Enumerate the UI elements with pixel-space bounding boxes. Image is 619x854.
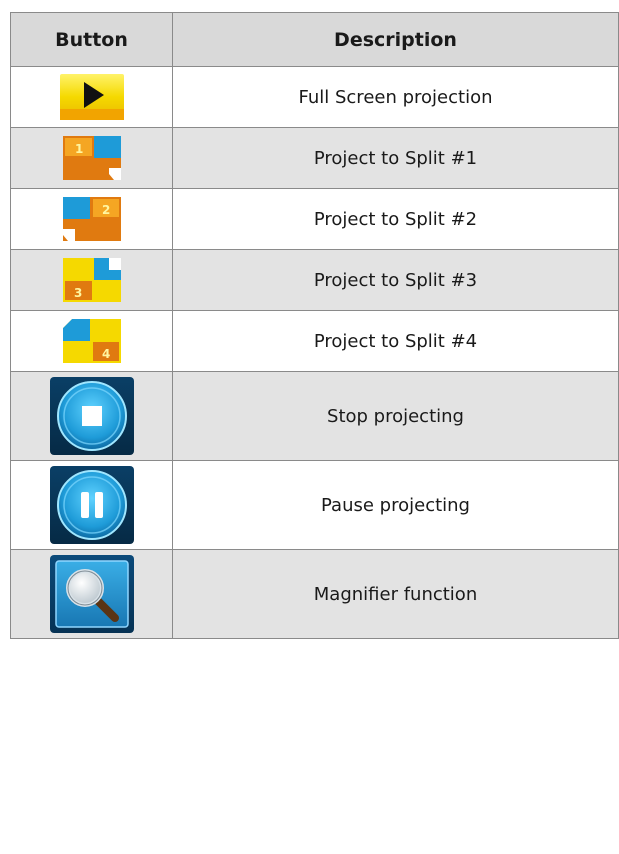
stop-icon[interactable]	[49, 376, 135, 456]
table-row: Magnifier function	[10, 549, 619, 639]
description-cell: Pause projecting	[172, 460, 619, 550]
button-cell: 1	[10, 127, 173, 189]
description-cell: Project to Split #2	[172, 188, 619, 250]
button-cell	[10, 549, 173, 639]
table-row: 1 Project to Split #1	[10, 127, 619, 189]
table-row: 3 Project to Split #3	[10, 249, 619, 311]
header-description: Description	[172, 12, 619, 67]
button-cell: 4	[10, 310, 173, 372]
header-button: Button	[10, 12, 173, 67]
full-screen-play-icon[interactable]	[59, 73, 125, 121]
split-number-label: 4	[102, 347, 110, 361]
split-1-icon[interactable]: 1	[62, 135, 122, 181]
table-row: 4 Project to Split #4	[10, 310, 619, 372]
description-cell: Magnifier function	[172, 549, 619, 639]
split-3-icon[interactable]: 3	[62, 257, 122, 303]
table-row: Pause projecting	[10, 460, 619, 550]
button-cell	[10, 371, 173, 461]
pause-icon[interactable]	[49, 465, 135, 545]
table-row: Full Screen projection	[10, 66, 619, 128]
description-cell: Project to Split #4	[172, 310, 619, 372]
split-number-label: 2	[102, 203, 110, 217]
description-cell: Stop projecting	[172, 371, 619, 461]
button-cell	[10, 460, 173, 550]
table-row: 2 Project to Split #2	[10, 188, 619, 250]
table-row: Stop projecting	[10, 371, 619, 461]
split-2-icon[interactable]: 2	[62, 196, 122, 242]
split-4-icon[interactable]: 4	[62, 318, 122, 364]
button-cell: 2	[10, 188, 173, 250]
description-cell: Project to Split #3	[172, 249, 619, 311]
button-cell	[10, 66, 173, 128]
split-number-label: 1	[75, 142, 83, 156]
split-number-label: 3	[74, 286, 82, 300]
button-cell: 3	[10, 249, 173, 311]
description-cell: Full Screen projection	[172, 66, 619, 128]
description-cell: Project to Split #1	[172, 127, 619, 189]
button-description-table: Button Description Full Screen projectio…	[10, 12, 619, 639]
table-header-row: Button Description	[10, 12, 619, 67]
magnifier-icon[interactable]	[49, 554, 135, 634]
